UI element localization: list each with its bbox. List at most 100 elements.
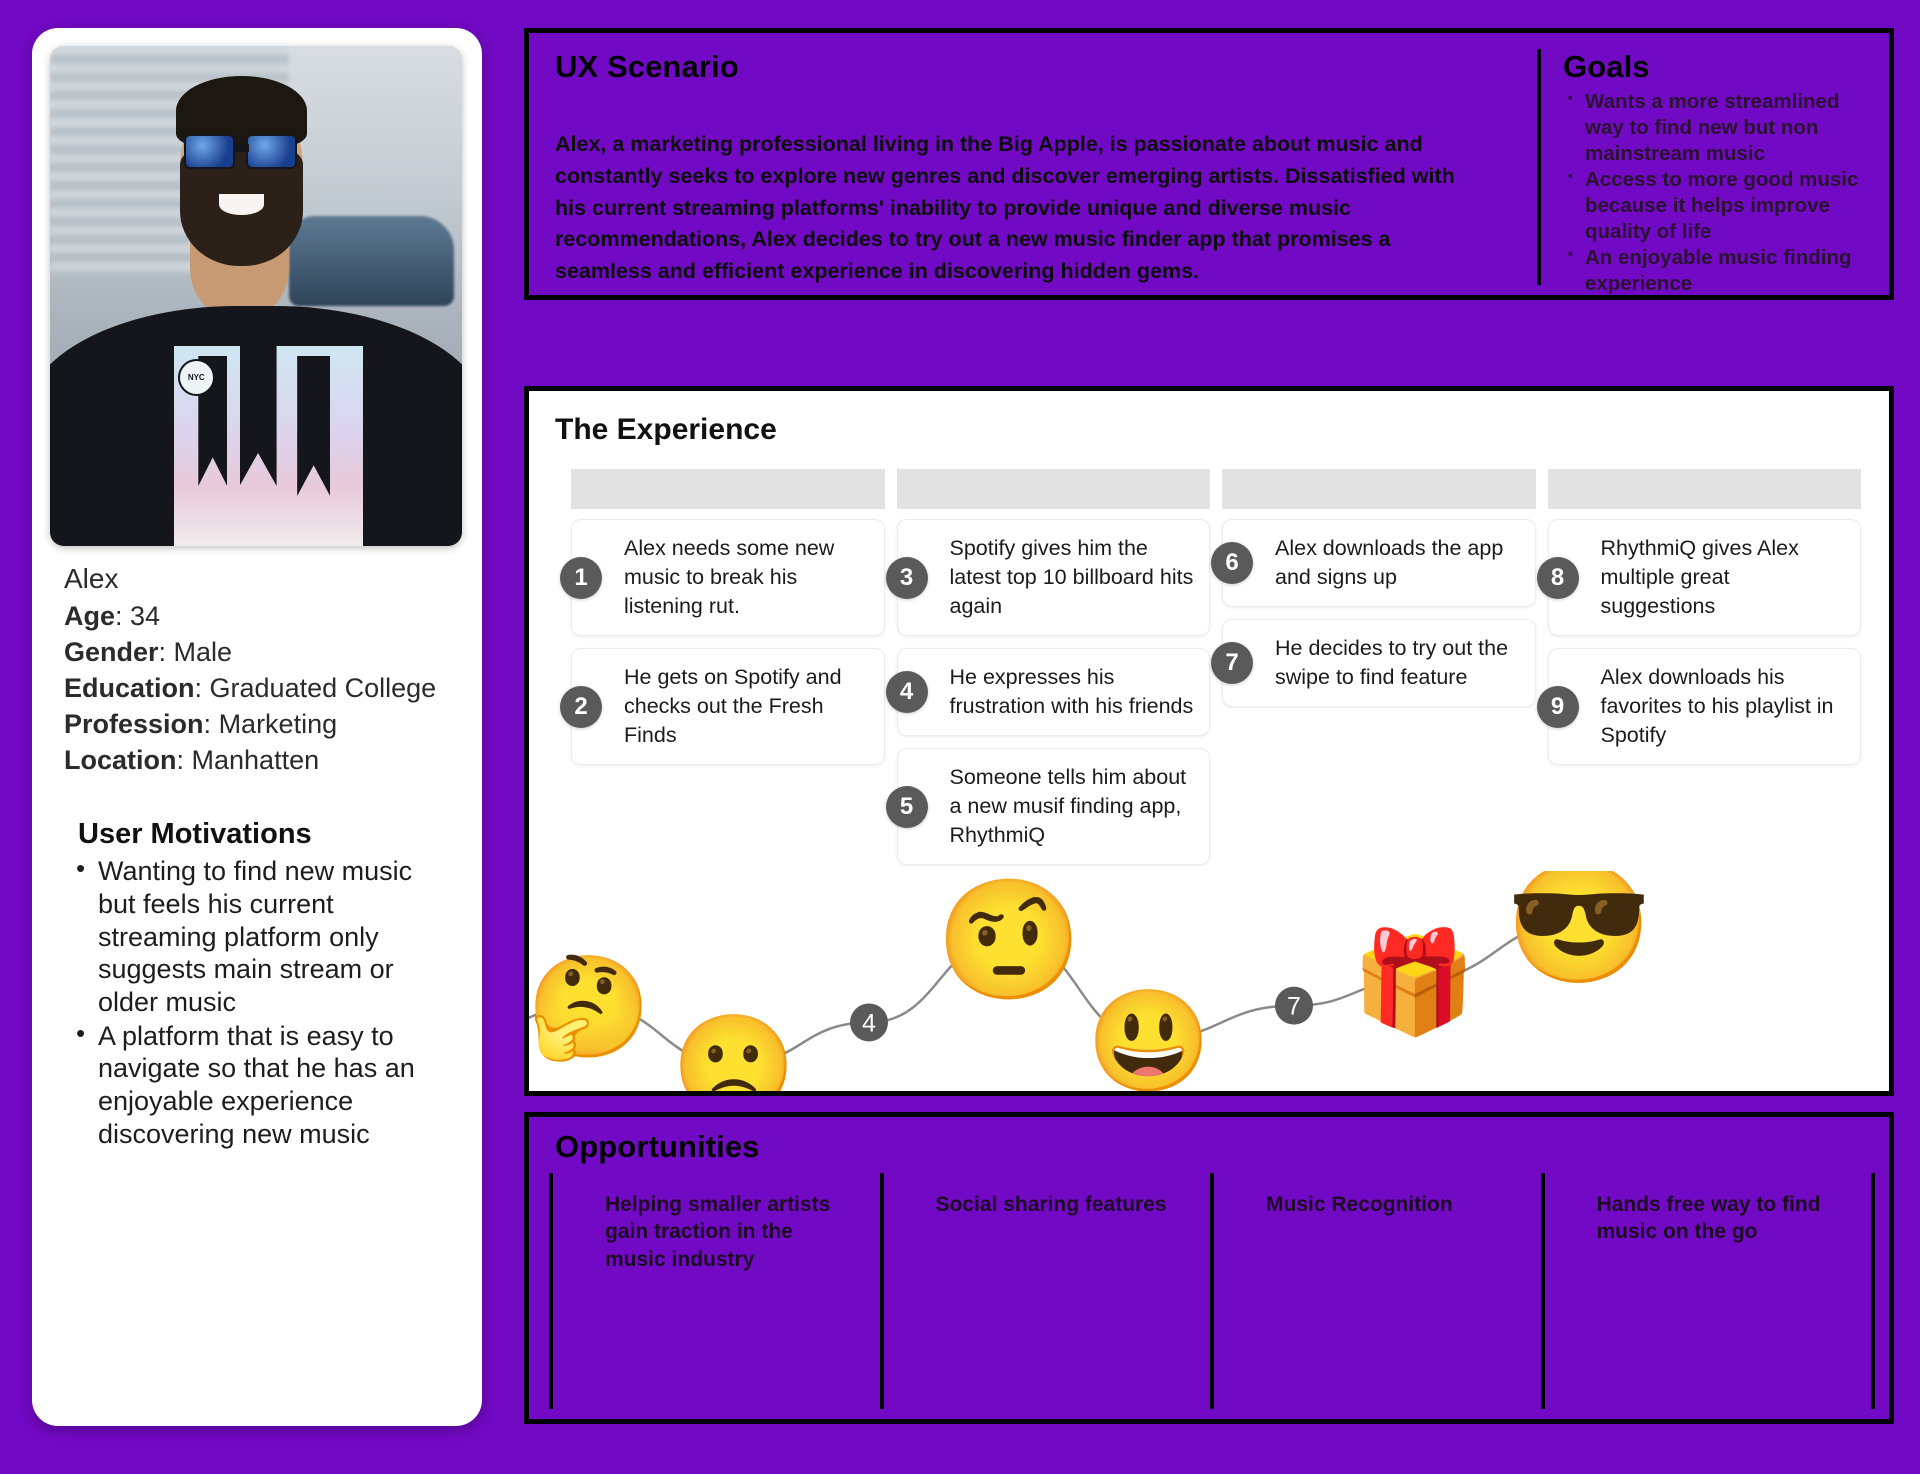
field-value: Marketing	[218, 709, 338, 740]
list-item: Wanting to find new music but feels his …	[68, 853, 454, 1018]
opportunity-text: Hands free way to find music on the go	[1596, 1193, 1821, 1244]
step-text: RhythmiQ gives Alex multiple great sugge…	[1600, 536, 1799, 619]
field-sep: :	[158, 636, 174, 667]
field-value: Graduated College	[209, 672, 437, 703]
emotion-point-gift-icon[interactable]: 🎁	[1352, 925, 1477, 1038]
step-card[interactable]: 7 He decides to try out the swipe to fin…	[1211, 619, 1536, 708]
field-label: Profession	[64, 709, 204, 740]
field-sep: :	[203, 709, 219, 740]
stage-bar	[896, 469, 1210, 509]
step-text: Alex needs some new music to break his l…	[624, 536, 835, 619]
persona-card: NYC Alex Age: 34 Gender: Male Education:…	[32, 28, 482, 1426]
opportunity-column: Hands free way to find music on the go	[1540, 1173, 1875, 1409]
persona-field-location: Location: Manhatten	[64, 742, 454, 778]
emotion-point-sunglasses-face-icon[interactable]: 😎	[1506, 871, 1653, 990]
field-label: Education	[64, 672, 195, 703]
ux-scenario-column: UX Scenario Alex, a marketing profession…	[555, 49, 1475, 288]
step-number-badge: 8	[1536, 556, 1579, 599]
step-number-badge: 3	[885, 556, 928, 599]
goals-list: Wants a more streamlined way to find new…	[1565, 84, 1867, 297]
experience-column-1: 1 Alex needs some new music to break his…	[560, 519, 885, 766]
list-item: An enjoyable music finding experience	[1565, 240, 1867, 297]
persona-name: Alex	[64, 563, 119, 594]
opportunity-column: Helping smaller artists gain traction in…	[549, 1173, 880, 1409]
sunglasses-bridge	[233, 144, 249, 152]
step-text: Someone tells him about a new musif find…	[949, 765, 1187, 848]
experience-step-columns: 1 Alex needs some new music to break his…	[560, 519, 1861, 866]
field-label: Location	[64, 745, 177, 776]
emotion-point-grinning-face-icon[interactable]: 😃	[1087, 985, 1212, 1096]
emotion-point-raised-eyebrow-face-icon[interactable]: 🤨	[936, 875, 1083, 1007]
persona-field-age: Age: 34	[64, 598, 454, 634]
emotion-point-thinking-face-icon[interactable]: 🤔	[529, 952, 651, 1064]
experience-column-4: 8 RhythmiQ gives Alex multiple great sug…	[1536, 519, 1861, 766]
list-item: Wants a more streamlined way to find new…	[1565, 84, 1867, 167]
sunglasses-icon	[183, 133, 236, 169]
emotion-point-frowning-face-icon[interactable]: 🙁	[672, 1011, 797, 1096]
step-text: He gets on Spotify and checks out the Fr…	[624, 665, 842, 748]
stage-bar	[571, 469, 885, 509]
list-item: Access to more good music because it hel…	[1565, 162, 1867, 245]
stage-bar	[1547, 469, 1861, 509]
list-item: A platform that is easy to navigate so t…	[68, 1018, 454, 1151]
opportunities-title: Opportunities	[555, 1129, 760, 1164]
field-value: 34	[130, 600, 161, 631]
opportunity-column: Social sharing features	[879, 1173, 1211, 1409]
user-motivations-title: User Motivations	[78, 818, 312, 851]
step-text: He expresses his frustration with his fr…	[949, 665, 1194, 719]
field-value: Male	[173, 636, 233, 667]
emotion-curve-chart: 😐🤔🙁4🤨😃7🎁😎	[529, 871, 1653, 1096]
step-number-badge: 7	[1211, 642, 1253, 685]
field-sep: :	[176, 745, 192, 776]
experience-column-3: 6 Alex downloads the app and signs up 7 …	[1211, 519, 1536, 708]
opportunity-text: Helping smaller artists gain traction in…	[605, 1193, 831, 1271]
step-text: Alex downloads the app and signs up	[1275, 536, 1504, 590]
opportunity-text: Music Recognition	[1266, 1193, 1453, 1216]
experience-panel: The Experience 1 Alex needs some new mus…	[524, 386, 1894, 1096]
step-number-badge: 6	[1211, 542, 1253, 585]
emotion-point-label: 4	[862, 1009, 876, 1037]
step-card[interactable]: 6 Alex downloads the app and signs up	[1211, 519, 1536, 608]
persona-photo: NYC	[50, 46, 462, 546]
step-number-badge: 9	[1536, 685, 1579, 728]
ux-scenario-body: Alex, a marketing professional living in…	[555, 132, 1455, 284]
sunglasses-icon	[245, 133, 298, 169]
step-card[interactable]: 2 He gets on Spotify and checks out the …	[560, 648, 885, 766]
field-sep: :	[194, 672, 210, 703]
step-number-badge: 4	[885, 671, 928, 714]
step-card[interactable]: 4 He expresses his frustration with his …	[885, 648, 1210, 737]
field-label: Gender	[64, 636, 159, 667]
step-number-badge: 5	[885, 785, 928, 828]
step-card[interactable]: 5 Someone tells him about a new musif fi…	[885, 748, 1210, 866]
persona-info: Alex Age: 34 Gender: Male Education: Gra…	[50, 546, 464, 1150]
opportunities-panel: Opportunities Helping smaller artists ga…	[524, 1112, 1894, 1424]
photo-smile	[218, 193, 265, 215]
nyc-badge-icon: NYC	[177, 359, 215, 396]
stage-bars	[571, 469, 1861, 509]
opportunities-columns: Helping smaller artists gain traction in…	[549, 1173, 1875, 1409]
field-value: Manhatten	[191, 745, 320, 776]
step-card[interactable]: 8 RhythmiQ gives Alex multiple great sug…	[1536, 519, 1861, 637]
field-label: Age	[64, 600, 116, 631]
photo-car	[288, 216, 454, 306]
step-card[interactable]: 1 Alex needs some new music to break his…	[560, 519, 885, 637]
emotion-point-label: 7	[1287, 993, 1301, 1021]
field-sep: :	[115, 600, 131, 631]
step-card[interactable]: 3 Spotify gives him the latest top 10 bi…	[885, 519, 1210, 637]
opportunity-column: Music Recognition	[1210, 1173, 1541, 1409]
ux-scenario-title: UX Scenario	[555, 49, 739, 84]
experience-column-2: 3 Spotify gives him the latest top 10 bi…	[885, 519, 1210, 866]
persona-field-profession: Profession: Marketing	[64, 706, 454, 742]
step-number-badge: 2	[560, 685, 602, 728]
persona-field-gender: Gender: Male	[64, 634, 454, 670]
step-card[interactable]: 9 Alex downloads his favorites to his pl…	[1536, 648, 1861, 766]
step-text: He decides to try out the swipe to find …	[1275, 636, 1509, 690]
goals-column: Goals Wants a more streamlined way to fi…	[1537, 49, 1867, 295]
step-text: Spotify gives him the latest top 10 bill…	[949, 536, 1194, 619]
stage-bar	[1222, 469, 1536, 509]
step-number-badge: 1	[560, 556, 602, 599]
goals-title: Goals	[1563, 49, 1650, 84]
opportunity-text: Social sharing features	[935, 1193, 1167, 1216]
ux-scenario-panel: UX Scenario Alex, a marketing profession…	[524, 28, 1894, 300]
experience-title: The Experience	[555, 413, 777, 446]
